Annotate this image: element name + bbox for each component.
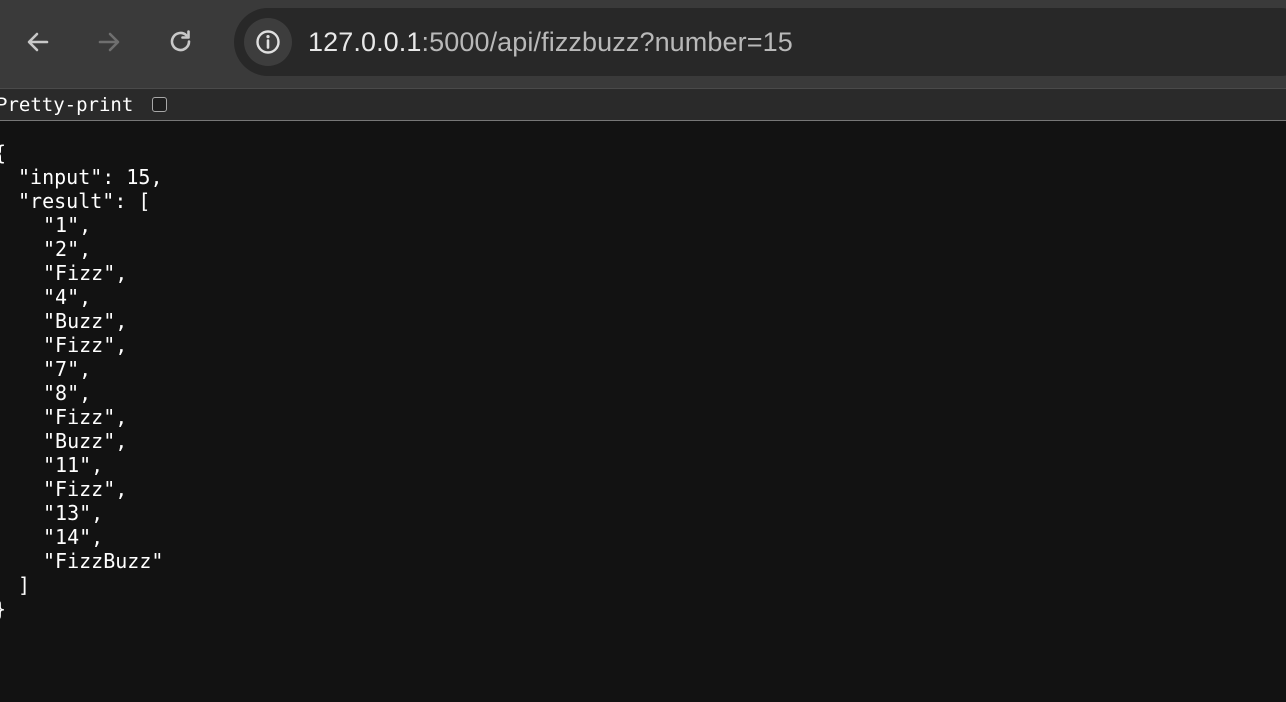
json-result-item: "4", (43, 285, 92, 309)
pretty-print-checkbox[interactable] (152, 97, 167, 112)
json-close-brace: } (0, 597, 163, 621)
json-result-item: "Buzz", (43, 429, 128, 453)
json-result-item: "Fizz", (43, 405, 128, 429)
json-result-item: "Fizz", (43, 261, 128, 285)
json-open-brace: { (0, 141, 163, 165)
json-result-open: "result": [ (18, 189, 151, 213)
json-result-close: ] (18, 573, 31, 597)
url-host: 127.0.0.1 (308, 27, 422, 57)
back-button[interactable] (18, 22, 58, 62)
json-body: {"input": 15,"result": ["1","2","Fizz","… (0, 141, 163, 621)
json-result-item: "8", (43, 381, 92, 405)
browser-toolbar: 127.0.0.1:5000/api/fizzbuzz?number=15 (0, 0, 1286, 88)
reload-icon (170, 30, 191, 52)
arrow-right-icon (98, 32, 120, 52)
site-info-button[interactable] (244, 18, 292, 66)
json-result-item: "1", (43, 213, 92, 237)
json-result-item: "Fizz", (43, 333, 128, 357)
json-result-item: "7", (43, 357, 92, 381)
json-result-item: "FizzBuzz" (43, 549, 164, 573)
pretty-print-bar: Pretty-print (0, 89, 1286, 121)
json-input-line: "input": 15, (18, 165, 163, 189)
json-result-item: "Fizz", (43, 477, 128, 501)
json-result-item: "13", (43, 501, 104, 525)
arrow-left-icon (27, 32, 49, 52)
url-path: :5000/api/fizzbuzz?number=15 (421, 27, 793, 57)
reload-button[interactable] (161, 22, 201, 62)
json-result-item: "2", (43, 237, 92, 261)
json-result-item: "11", (43, 453, 104, 477)
json-result-item: "14", (43, 525, 104, 549)
info-circle-icon (256, 30, 280, 54)
url-text[interactable]: 127.0.0.1:5000/api/fizzbuzz?number=15 (308, 26, 793, 58)
forward-button[interactable] (89, 22, 129, 62)
address-bar[interactable]: 127.0.0.1:5000/api/fizzbuzz?number=15 (234, 8, 1286, 76)
pretty-print-label[interactable]: Pretty-print (0, 93, 133, 117)
json-result-item: "Buzz", (43, 309, 128, 333)
